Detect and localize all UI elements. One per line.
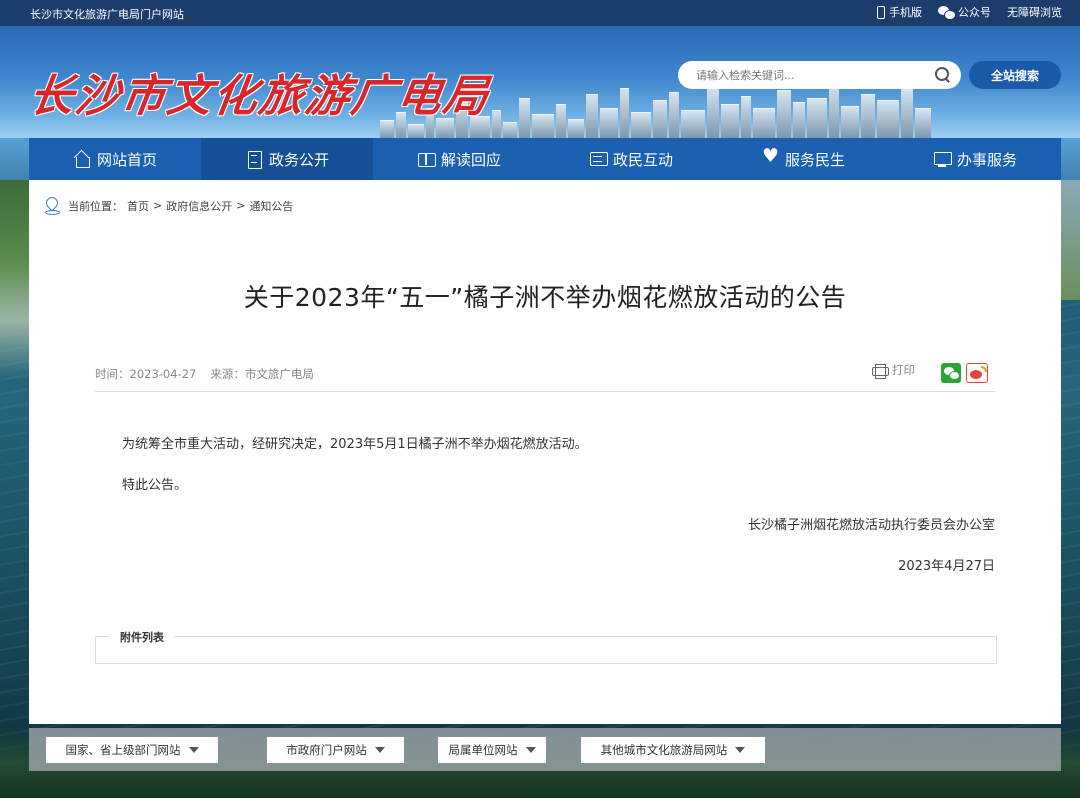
- article-meta: 时间：2023-04-27 来源：市文旅广电局: [95, 366, 314, 382]
- home-icon: [73, 150, 91, 168]
- print-label: 打印: [892, 363, 915, 377]
- main-content: 当前位置： 首页 > 政府信息公开 > 通知公告 关于2023年“五一”橘子洲不…: [29, 180, 1061, 724]
- breadcrumb-gov-info[interactable]: 政府信息公开: [166, 198, 232, 214]
- caret-down-icon: [525, 747, 536, 753]
- dropdown-label: 市政府门户网站: [286, 743, 367, 757]
- article-paragraph: 为统筹全市重大活动，经研究决定，2023年5月1日橘子洲不举办烟花燃放活动。: [122, 437, 588, 452]
- wechat-label: 公众号: [958, 6, 991, 19]
- breadcrumb-separator: >: [236, 199, 246, 212]
- search-box: [678, 61, 961, 89]
- article-sign-date: 2023年4月27日: [898, 559, 995, 574]
- footer-links-bar: 国家、省上级部门网站 市政府门户网站 局属单位网站 其他城市文化旅游局网站: [29, 728, 1061, 771]
- breadcrumb-home[interactable]: 首页: [127, 198, 149, 214]
- attachments-box: 附件列表: [95, 629, 997, 664]
- main-nav: 网站首页 政务公开 解读回应 政民互动 服务民生 办事服务: [29, 138, 1061, 180]
- article-paragraph: 特此公告。: [122, 478, 188, 493]
- nav-item-interaction[interactable]: 政民互动: [545, 138, 717, 180]
- wechat-icon: [938, 6, 956, 20]
- nav-item-label: 政务公开: [268, 150, 329, 169]
- meta-divider: [95, 391, 996, 392]
- nav-item-label: 解读回应: [440, 150, 501, 169]
- search-input[interactable]: [696, 68, 935, 82]
- nav-item-online-service[interactable]: 办事服务: [889, 138, 1061, 180]
- chat-icon: [589, 150, 608, 168]
- nav-item-interpretation[interactable]: 解读回应: [373, 138, 545, 180]
- print-button[interactable]: 打印: [872, 362, 915, 379]
- heart-hand-icon: [761, 147, 779, 168]
- printer-icon: [872, 363, 889, 379]
- background-shore-right: [1058, 180, 1080, 300]
- breadcrumb-prefix: 当前位置：: [68, 199, 123, 213]
- book-icon: [417, 150, 436, 168]
- share-wechat-icon[interactable]: [941, 363, 961, 383]
- dropdown-affiliated-units[interactable]: 局属单位网站: [438, 737, 546, 763]
- caret-down-icon: [374, 747, 385, 753]
- dropdown-label: 局属单位网站: [448, 743, 518, 757]
- document-icon: [245, 150, 263, 169]
- article-tools: 打印: [872, 362, 915, 379]
- nav-item-home[interactable]: 网站首页: [29, 138, 201, 180]
- search-icon[interactable]: [935, 67, 951, 83]
- mobile-label: 手机版: [889, 6, 922, 19]
- article-date: 时间：2023-04-27: [95, 367, 197, 381]
- dropdown-label: 其他城市文化旅游局网站: [600, 743, 728, 757]
- nav-item-label: 政民互动: [612, 150, 673, 169]
- article-signature: 长沙橘子洲烟花燃放活动执行委员会办公室: [747, 518, 995, 533]
- nav-item-label: 服务民生: [784, 150, 845, 169]
- header-banner: 长沙市文化旅游广电局 全站搜索: [0, 26, 1080, 138]
- article-source: 来源：市文旅广电局: [210, 367, 314, 381]
- phone-icon: [877, 5, 885, 19]
- dropdown-other-cities[interactable]: 其他城市文化旅游局网站: [581, 737, 765, 763]
- site-logo[interactable]: 长沙市文化旅游广电局: [26, 60, 495, 124]
- site-title: 长沙市文化旅游广电局门户网站: [30, 8, 184, 21]
- site-search-button[interactable]: 全站搜索: [969, 61, 1061, 89]
- dropdown-city-portal[interactable]: 市政府门户网站: [267, 737, 404, 763]
- nav-item-label: 网站首页: [96, 150, 157, 169]
- nav-item-label: 办事服务: [956, 150, 1017, 169]
- accessibility-link[interactable]: 无障碍浏览: [1007, 4, 1062, 20]
- dropdown-national-sites[interactable]: 国家、省上级部门网站: [46, 737, 218, 763]
- top-bar: 长沙市文化旅游广电局门户网站 手机版 公众号 无障碍浏览: [0, 0, 1080, 26]
- nav-item-public-service[interactable]: 服务民生: [717, 138, 889, 180]
- mobile-link[interactable]: 手机版: [877, 4, 922, 20]
- monitor-icon: [933, 150, 952, 168]
- nav-item-government-affairs[interactable]: 政务公开: [201, 138, 373, 180]
- wechat-link[interactable]: 公众号: [938, 4, 991, 20]
- location-icon: [45, 197, 60, 215]
- top-links: 手机版 公众号 无障碍浏览: [877, 4, 1062, 20]
- attachments-label: 附件列表: [110, 629, 174, 645]
- breadcrumb: 当前位置： 首页 > 政府信息公开 > 通知公告: [45, 197, 293, 215]
- article-title: 关于2023年“五一”橘子洲不举办烟花燃放活动的公告: [243, 283, 847, 312]
- share-weibo-icon[interactable]: [966, 363, 988, 383]
- breadcrumb-notices[interactable]: 通知公告: [249, 198, 293, 214]
- caret-down-icon: [735, 747, 746, 753]
- breadcrumb-separator: >: [153, 199, 163, 212]
- dropdown-label: 国家、省上级部门网站: [65, 743, 181, 757]
- caret-down-icon: [188, 747, 199, 753]
